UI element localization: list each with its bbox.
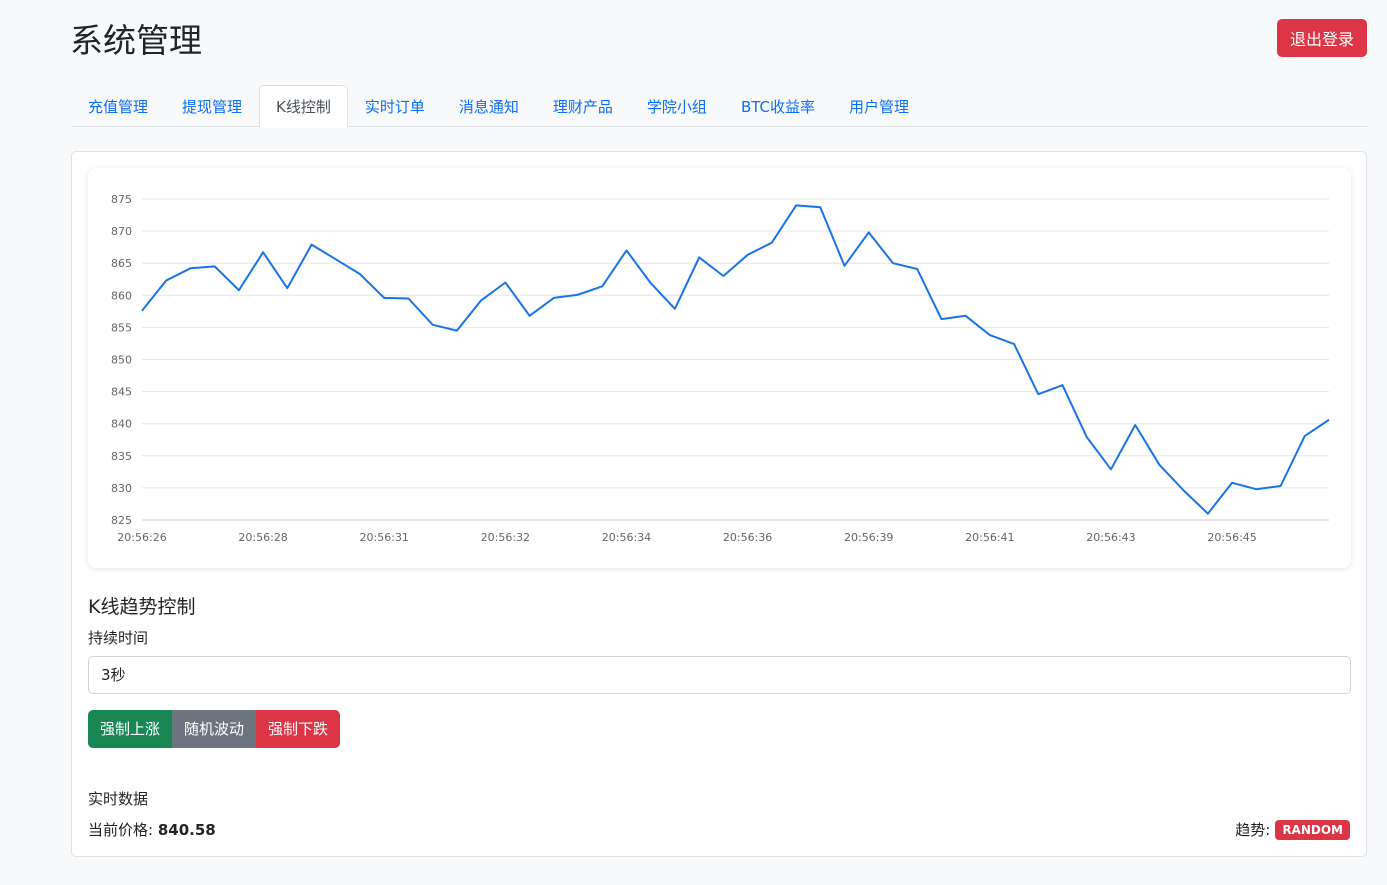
y-tick-label: 855 <box>111 321 132 334</box>
y-tick-label: 825 <box>111 514 132 527</box>
price-value: 840.58 <box>157 821 216 839</box>
tab-btc-yield[interactable]: BTC收益率 <box>724 85 832 127</box>
logout-button[interactable]: 退出登录 <box>1277 19 1367 57</box>
trend-indicator: 趋势: RANDOM <box>1235 819 1350 840</box>
tab-wealth-products[interactable]: 理财产品 <box>536 85 630 127</box>
random-button[interactable]: 随机波动 <box>172 710 257 748</box>
x-tick-label: 20:56:39 <box>844 531 893 544</box>
force-up-button[interactable]: 强制上涨 <box>88 710 173 748</box>
page-title: 系统管理 <box>70 21 202 60</box>
y-tick-label: 830 <box>111 482 132 495</box>
tab-notifications[interactable]: 消息通知 <box>442 85 536 127</box>
x-tick-label: 20:56:36 <box>723 531 772 544</box>
y-tick-label: 860 <box>111 289 132 302</box>
x-tick-label: 20:56:34 <box>602 531 651 544</box>
x-tick-label: 20:56:41 <box>965 531 1014 544</box>
price-label: 当前价格: <box>88 821 154 839</box>
price-chart: 825 830 835 840 845 850 855 860 865 870 875 20:56:2… <box>88 168 1351 568</box>
x-tick-label: 20:56:45 <box>1207 531 1256 544</box>
tab-academy-group[interactable]: 学院小组 <box>630 85 724 127</box>
trend-label: 趋势: <box>1235 821 1271 839</box>
y-tick-label: 865 <box>111 257 132 270</box>
duration-select[interactable]: 3秒 <box>88 656 1351 694</box>
y-tick-label: 875 <box>111 193 132 206</box>
tab-realtime-orders[interactable]: 实时订单 <box>348 85 442 127</box>
y-tick-label: 840 <box>111 418 132 431</box>
current-price: 当前价格: 840.58 <box>88 819 216 840</box>
tab-recharge[interactable]: 充值管理 <box>71 85 165 127</box>
realtime-title: 实时数据 <box>88 790 149 808</box>
y-tick-label: 870 <box>111 225 132 238</box>
nav-tabs: 充值管理 提现管理 K线控制 实时订单 消息通知 理财产品 学院小组 BTC收益… <box>71 85 1367 128</box>
x-tick-label: 20:56:26 <box>117 531 166 544</box>
tab-withdraw[interactable]: 提现管理 <box>165 85 259 127</box>
y-tick-label: 845 <box>111 386 132 399</box>
kline-control-card: 825 830 835 840 845 850 855 860 865 870 875 20:56:2… <box>71 151 1367 857</box>
force-down-button[interactable]: 强制下跌 <box>256 710 341 748</box>
trend-badge: RANDOM <box>1275 819 1350 840</box>
trend-button-group: 强制上涨 随机波动 强制下跌 <box>88 710 341 748</box>
x-tick-label: 20:56:43 <box>1086 531 1135 544</box>
section-title: K线趋势控制 <box>88 596 196 618</box>
x-tick-label: 20:56:32 <box>481 531 530 544</box>
tab-kline-control[interactable]: K线控制 <box>259 85 348 128</box>
y-tick-label: 835 <box>111 450 132 463</box>
x-tick-label: 20:56:31 <box>360 531 409 544</box>
price-line-chart: 825 830 835 840 845 850 855 860 865 870 875 20:56:2… <box>111 193 1330 544</box>
y-tick-label: 850 <box>111 354 132 367</box>
duration-label: 持续时间 <box>88 629 149 647</box>
x-tick-label: 20:56:28 <box>238 531 287 544</box>
tab-user-management[interactable]: 用户管理 <box>832 85 926 127</box>
